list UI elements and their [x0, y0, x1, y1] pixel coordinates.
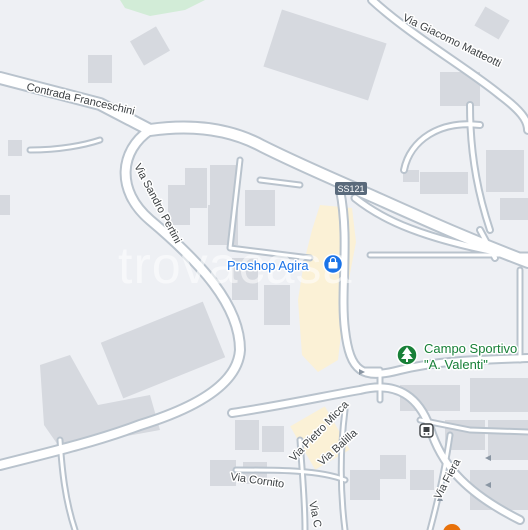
- poi-campo-label-line2[interactable]: "A. Valenti": [423, 356, 490, 374]
- poi-partial-orange[interactable]: [443, 524, 461, 530]
- map-view[interactable]: trovacasa Via Giacomo Matteotti Contrada…: [0, 0, 528, 530]
- street-label-partial: Via C: [306, 500, 323, 529]
- route-shield-ss121[interactable]: SS121: [335, 182, 367, 195]
- svg-text:SS121: SS121: [337, 184, 364, 194]
- shopping-bag-icon: [322, 253, 344, 275]
- park-area: [120, 0, 205, 16]
- poi-campo-label-line1[interactable]: Campo Sportivo: [423, 340, 519, 358]
- street-label-cornito: Via Cornito: [230, 471, 285, 490]
- poi-proshop-label[interactable]: Proshop Agira: [226, 257, 311, 275]
- bus-stop-icon[interactable]: [419, 423, 434, 438]
- tree-icon: [396, 344, 418, 366]
- map-canvas[interactable]: trovacasa Via Giacomo Matteotti Contrada…: [0, 0, 528, 530]
- street-label-contrada-franceschini: Contrada Franceschini: [25, 81, 136, 118]
